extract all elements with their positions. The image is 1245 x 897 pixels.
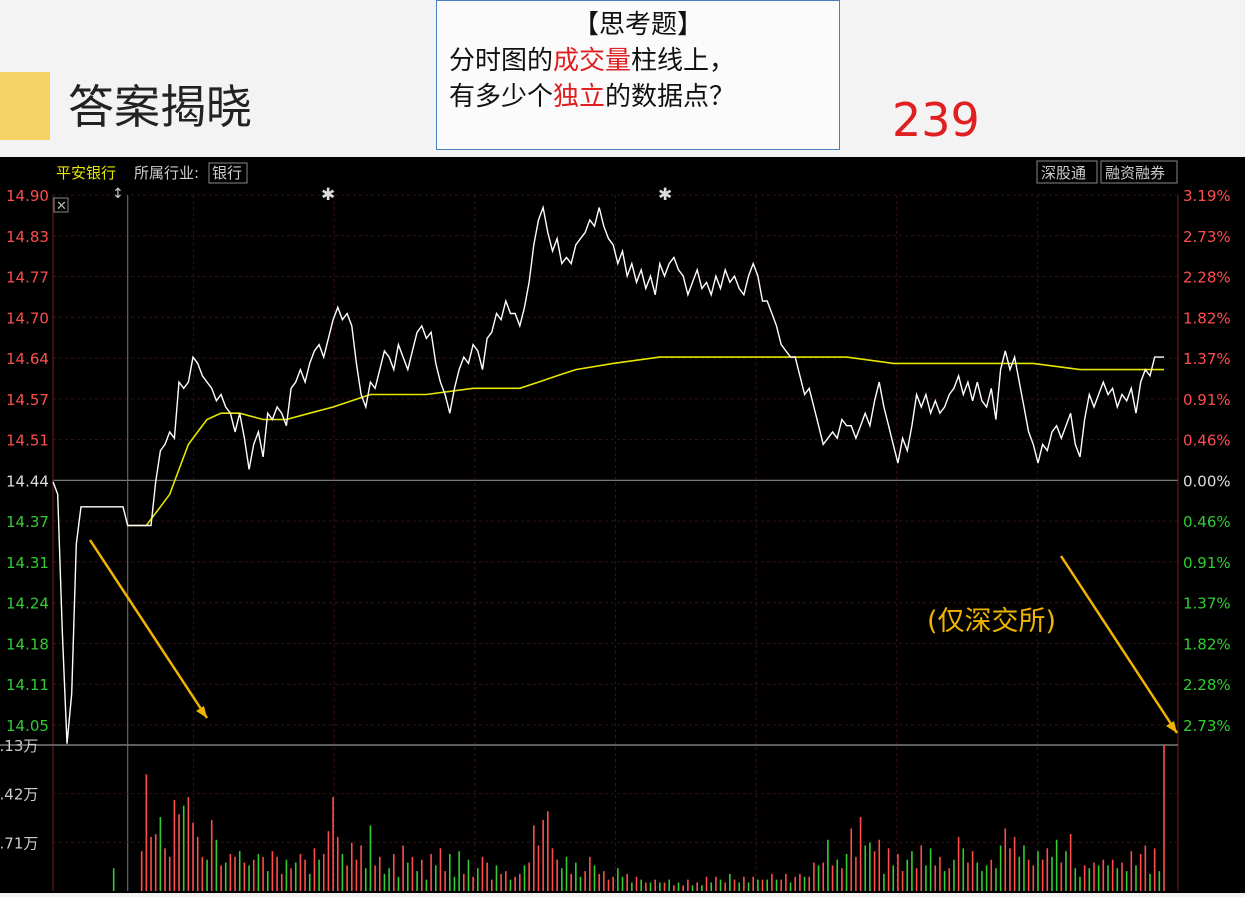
pct-tick: 0.46% [1183, 513, 1231, 531]
pct-tick: 2.73% [1183, 228, 1231, 246]
price-tick: 14.05 [6, 717, 49, 735]
slide-title: 答案揭晓 [68, 80, 252, 134]
price-tick: 14.57 [6, 391, 49, 409]
price-tick: 14.90 [6, 187, 49, 205]
question-box: 【思考题】 分时图的成交量柱线上， 有多少个独立的数据点？ [436, 0, 840, 150]
intraday-chart: 14.90 3.19% 14.83 2.73% 14.77 2.28% 14.70 1.82%… [0, 157, 1245, 893]
pct-tick: 3.19% [1183, 187, 1231, 205]
price-tick: 14.44 [6, 472, 49, 490]
price-tick: 14.83 [6, 228, 49, 246]
pct-tick: 0.91% [1183, 391, 1231, 409]
price-tick: 14.11 [6, 676, 49, 694]
close-icon[interactable]: ✕ [56, 199, 67, 214]
pct-tick: 0.46% [1183, 432, 1231, 450]
volume-tick: 3.42万 [0, 786, 38, 804]
question-highlight: 成交量 [553, 46, 632, 76]
price-tick: 14.18 [6, 635, 49, 653]
event-marker-icon[interactable]: ✱ [321, 185, 335, 205]
badge-margin[interactable]: 融资融券 [1105, 164, 1165, 182]
price-tick: 14.64 [6, 350, 49, 368]
question-text: 的数据点？ [605, 82, 736, 112]
pct-tick: 2.73% [1183, 717, 1231, 735]
question-line-3: 有多少个独立的数据点？ [449, 79, 839, 115]
question-text: 分时图的 [449, 46, 554, 76]
pct-tick: 1.82% [1183, 309, 1231, 327]
stock-name[interactable]: 平安银行 [56, 164, 116, 182]
price-tick: 14.51 [6, 432, 49, 450]
price-tick: 14.31 [6, 554, 49, 572]
industry-label: 所属行业: [134, 164, 199, 182]
price-tick: 14.77 [6, 269, 49, 287]
question-line-2: 分时图的成交量柱线上， [449, 43, 839, 79]
pct-tick: 1.82% [1183, 635, 1231, 653]
price-tick: 14.37 [6, 513, 49, 531]
event-marker-icon[interactable]: ↕ [112, 186, 124, 202]
question-header: 【思考题】 [572, 10, 703, 40]
industry-badge[interactable]: 银行 [212, 164, 242, 182]
volume-tick: 1.71万 [0, 834, 38, 852]
chart-svg: 14.90 3.19% 14.83 2.73% 14.77 2.28% 14.70 1.82%… [0, 157, 1245, 893]
answer-value: 239 [892, 93, 980, 147]
exchange-note: (仅深交所) [927, 606, 1056, 637]
event-marker-icon[interactable]: ✱ [658, 185, 672, 205]
badge-sgt[interactable]: 深股通 [1041, 164, 1086, 182]
pct-tick: 2.28% [1183, 269, 1231, 287]
pct-tick: 1.37% [1183, 350, 1231, 368]
chart-background [0, 157, 1245, 893]
question-text: 有多少个 [449, 82, 554, 112]
volume-tick: 5.13万 [0, 737, 38, 755]
price-tick: 14.24 [6, 595, 49, 613]
price-tick: 14.70 [6, 309, 49, 327]
question-highlight: 独立 [553, 82, 606, 112]
question-text: 柱线上， [631, 46, 736, 76]
pct-tick: 1.37% [1183, 595, 1231, 613]
pct-tick: 2.28% [1183, 676, 1231, 694]
title-accent-bar [0, 72, 50, 140]
pct-tick: 0.91% [1183, 554, 1231, 572]
pct-tick: 0.00% [1183, 472, 1231, 490]
